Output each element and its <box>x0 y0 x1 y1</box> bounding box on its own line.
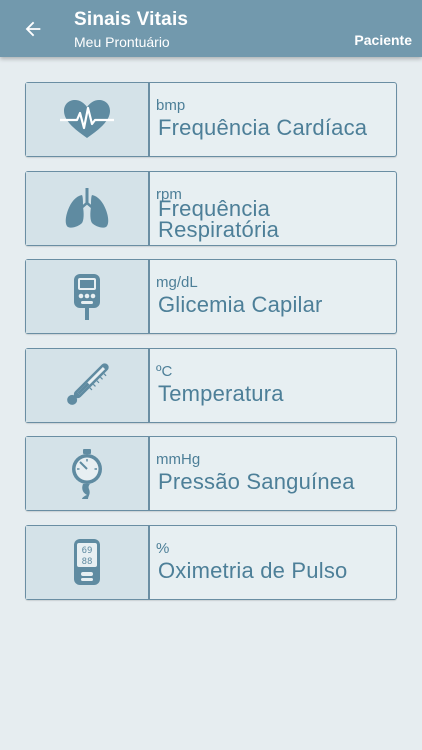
page-title: Sinais Vitais <box>74 9 189 30</box>
vital-unit: % <box>156 539 170 557</box>
oximeter-reading-1: 69 <box>82 546 93 556</box>
vital-unit: mg/dL <box>156 274 198 291</box>
vitals-list: bmp Frequência Cardíaca rpm Frequência R… <box>25 82 397 613</box>
card-text: rpm Frequência Respiratória <box>150 172 396 245</box>
vital-label: Frequência Respiratória <box>158 195 280 242</box>
vital-label: Oximetria de Pulso <box>158 557 348 583</box>
vital-card-respiratory-rate[interactable]: rpm Frequência Respiratória <box>25 170 397 246</box>
card-icon-panel <box>26 437 150 510</box>
vital-label: Frequência Cardíaca <box>158 115 368 140</box>
app-bar: Sinais Vitais Meu Prontuário Paciente <box>0 0 422 57</box>
card-icon-panel <box>26 171 150 245</box>
back-button[interactable] <box>18 14 48 44</box>
card-icon-panel <box>26 348 150 422</box>
vital-card-heart-rate[interactable]: bmp Frequência Cardíaca <box>25 82 397 157</box>
vital-unit: bmp <box>156 97 186 114</box>
arrow-left-icon <box>25 21 41 37</box>
page-subtitle: Meu Prontuário <box>74 34 170 50</box>
card-text: mmHg Pressão Sanguínea <box>150 437 396 510</box>
heart-pulse-icon <box>60 99 114 138</box>
vital-card-blood-pressure[interactable]: mmHg Pressão Sanguínea <box>25 436 397 511</box>
thermometer-icon <box>67 363 109 405</box>
vital-unit: ºC <box>156 362 173 380</box>
vital-label: Glicemia Capilar <box>158 292 323 317</box>
card-text: mg/dL Glicemia Capilar <box>150 260 396 333</box>
vital-card-pulse-oximetry[interactable]: 69 88 % Oximetria de Pulso <box>25 524 397 600</box>
glucometer-icon <box>74 273 100 320</box>
card-icon-panel <box>26 260 150 333</box>
card-icon-panel <box>26 83 150 156</box>
card-text: bmp Frequência Cardíaca <box>150 83 396 156</box>
vital-label: Pressão Sanguínea <box>158 469 355 494</box>
card-text: ºC Temperatura <box>150 349 396 422</box>
card-text: % Oximetria de Pulso <box>150 526 396 599</box>
vital-card-temperature[interactable]: ºC Temperatura <box>25 347 397 423</box>
vital-label: Temperatura <box>158 380 284 406</box>
card-icon-panel: 69 88 <box>26 525 150 599</box>
blood-pressure-gauge-icon <box>72 448 102 499</box>
patient-button[interactable]: Paciente <box>354 32 412 48</box>
vital-unit: mmHg <box>156 451 201 468</box>
pulse-oximeter-icon: 69 88 <box>74 539 100 585</box>
vital-card-capillary-glucose[interactable]: mg/dL Glicemia Capilar <box>25 259 397 334</box>
lungs-icon <box>65 188 109 228</box>
oximeter-reading-2: 88 <box>82 557 93 567</box>
